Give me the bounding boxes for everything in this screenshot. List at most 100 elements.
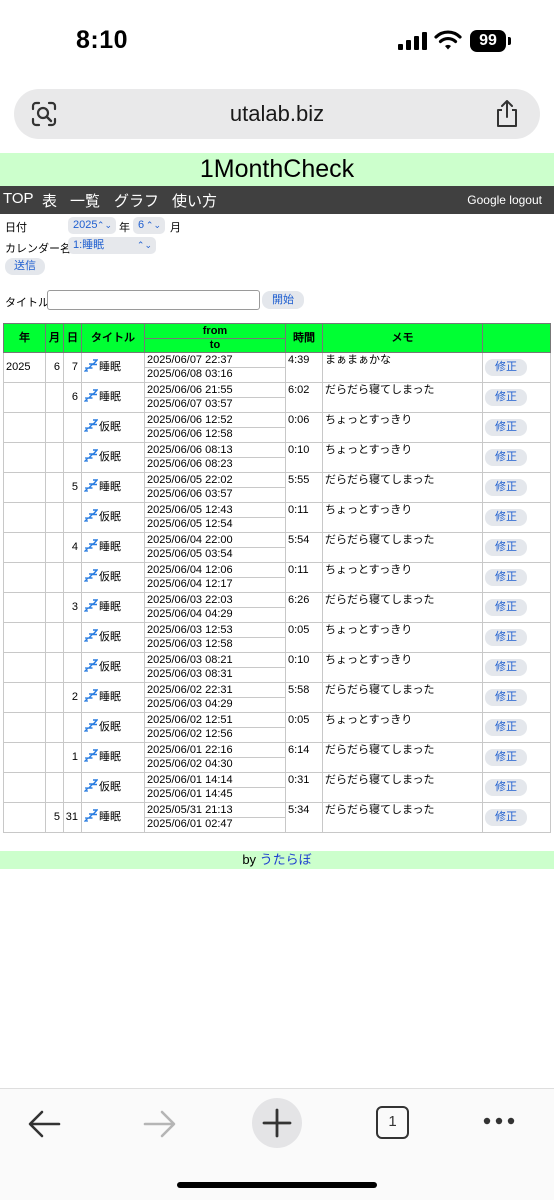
tab-count: 1 (388, 1113, 397, 1130)
month-select[interactable]: 6 ⌃⌄ (133, 217, 165, 234)
cell-to: 2025/06/07 03:57 (147, 398, 233, 410)
cell-from-to: 2025/06/02 22:31 2025/06/03 04:29 (145, 683, 286, 712)
cell-edit: 修正 (483, 773, 552, 802)
edit-button[interactable]: 修正 (485, 719, 527, 736)
nav-bar: TOP 表 一覧 グラフ 使い方 Google logout (0, 186, 554, 214)
cell-from-to: 2025/06/06 12:52 2025/06/06 12:58 (145, 413, 286, 442)
url-text[interactable]: utalab.biz (14, 101, 540, 127)
edit-button[interactable]: 修正 (485, 659, 527, 676)
tab-switcher-icon[interactable]: 1 (376, 1106, 409, 1139)
status-bar: 8:10 99 (0, 0, 554, 84)
cell-from: 2025/06/06 08:13 (147, 444, 233, 456)
zzz-icon (84, 479, 98, 492)
home-indicator[interactable] (177, 1182, 377, 1188)
cell-from: 2025/06/03 22:03 (147, 594, 233, 606)
submit-button[interactable]: 送信 (5, 258, 45, 275)
cell-title-text: 睡眠 (99, 391, 121, 403)
table-header: 年 月 日 タイトル from to 時間 メモ (3, 323, 551, 353)
edit-button[interactable]: 修正 (485, 449, 527, 466)
title-input[interactable] (47, 290, 260, 310)
zzz-icon (84, 689, 98, 702)
nav-list[interactable]: 一覧 (70, 190, 100, 211)
cell-month (46, 623, 64, 652)
cell-to: 2025/06/06 08:23 (147, 458, 233, 470)
cell-duration: 0:31 (286, 773, 323, 802)
cell-title: 仮眠 (82, 773, 145, 802)
footer: by うたらぼ (0, 851, 554, 869)
cell-duration: 0:11 (286, 503, 323, 532)
cell-day (64, 623, 82, 652)
year-select[interactable]: 2025 ⌃⌄ (68, 217, 116, 234)
zzz-icon (84, 539, 98, 552)
cell-day: 4 (64, 533, 82, 562)
cell-from-to: 2025/05/31 21:13 2025/06/01 02:47 (145, 803, 286, 832)
edit-button[interactable]: 修正 (485, 629, 527, 646)
table-row: 仮眠 2025/06/01 14:14 2025/06/01 14:45 0:31 だら… (3, 773, 551, 803)
table-row: 仮眠 2025/06/02 12:51 2025/06/02 12:56 0:05 ちょ… (3, 713, 551, 743)
edit-button[interactable]: 修正 (485, 539, 527, 556)
edit-button[interactable]: 修正 (485, 599, 527, 616)
nav-graph[interactable]: グラフ (114, 190, 159, 211)
nav-howto[interactable]: 使い方 (172, 190, 217, 211)
cell-edit: 修正 (483, 503, 552, 532)
cell-year (4, 503, 46, 532)
cell-month (46, 473, 64, 502)
cell-day (64, 443, 82, 472)
edit-button[interactable]: 修正 (485, 749, 527, 766)
battery-cap (508, 37, 511, 45)
cell-month (46, 653, 64, 682)
cell-duration: 6:02 (286, 383, 323, 412)
edit-button[interactable]: 修正 (485, 809, 527, 826)
table-row: 3 睡眠 2025/06/03 22:03 2025/06/04 04:29 6:26 だ… (3, 593, 551, 623)
zzz-icon (84, 719, 98, 732)
logout-link[interactable]: Google logout (467, 193, 542, 207)
cell-title-text: 仮眠 (99, 721, 121, 733)
edit-button[interactable]: 修正 (485, 389, 527, 406)
nav-table[interactable]: 表 (42, 190, 57, 211)
cell-year (4, 803, 46, 832)
cell-title-text: 仮眠 (99, 571, 121, 583)
footer-link[interactable]: うたらぼ (260, 852, 312, 867)
cell-year: 2025 (4, 353, 46, 382)
cell-month: 5 (46, 803, 64, 832)
cell-edit: 修正 (483, 803, 552, 832)
cell-to: 2025/06/06 03:57 (147, 488, 233, 500)
cell-memo: だらだら寝てしまった (323, 593, 483, 622)
more-icon[interactable] (482, 1115, 516, 1127)
edit-button[interactable]: 修正 (485, 419, 527, 436)
cell-title: 仮眠 (82, 503, 145, 532)
cell-from: 2025/06/02 12:51 (147, 714, 233, 726)
wifi-icon (434, 30, 462, 50)
table-row: 仮眠 2025/06/03 08:21 2025/06/03 08:31 0:10 ちょ… (3, 653, 551, 683)
forward-arrow-icon[interactable] (142, 1109, 178, 1139)
calendar-select[interactable]: 1:睡眠 ⌃⌄ (68, 237, 156, 254)
plus-icon[interactable] (251, 1097, 303, 1149)
cell-title-text: 睡眠 (99, 361, 121, 373)
cell-from: 2025/06/01 22:16 (147, 744, 233, 756)
cell-from: 2025/06/03 08:21 (147, 654, 233, 666)
nav-top[interactable]: TOP (3, 190, 34, 207)
edit-button[interactable]: 修正 (485, 359, 527, 376)
cell-edit: 修正 (483, 653, 552, 682)
cellular-signal-icon (398, 32, 427, 50)
edit-button[interactable]: 修正 (485, 569, 527, 586)
cell-title: 仮眠 (82, 563, 145, 592)
table-row: 1 睡眠 2025/06/01 22:16 2025/06/02 04:30 6:14 だ… (3, 743, 551, 773)
edit-button[interactable]: 修正 (485, 479, 527, 496)
cell-from: 2025/05/31 21:13 (147, 804, 233, 816)
cell-memo: ちょっとすっきり (323, 413, 483, 442)
edit-button[interactable]: 修正 (485, 509, 527, 526)
back-arrow-icon[interactable] (26, 1109, 62, 1139)
edit-button[interactable]: 修正 (485, 689, 527, 706)
cell-to: 2025/06/04 04:29 (147, 608, 233, 620)
start-button[interactable]: 開始 (262, 291, 304, 309)
share-icon[interactable] (494, 99, 520, 129)
cell-title: 睡眠 (82, 743, 145, 772)
cell-title: 睡眠 (82, 533, 145, 562)
cell-day: 2 (64, 683, 82, 712)
edit-button[interactable]: 修正 (485, 779, 527, 796)
cell-from-to: 2025/06/06 21:55 2025/06/07 03:57 (145, 383, 286, 412)
address-bar[interactable]: utalab.biz (14, 89, 540, 139)
table-row: 仮眠 2025/06/03 12:53 2025/06/03 12:58 0:05 ちょ… (3, 623, 551, 653)
cell-memo: ちょっとすっきり (323, 713, 483, 742)
